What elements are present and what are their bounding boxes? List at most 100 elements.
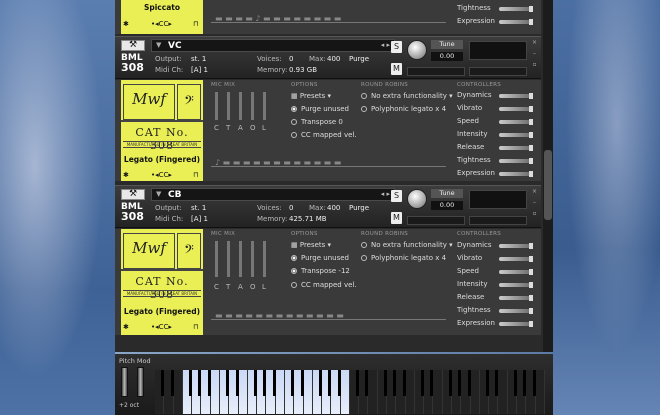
white-key[interactable] bbox=[303, 370, 313, 414]
controller-intensity[interactable]: Intensity bbox=[457, 280, 537, 290]
controller-speed[interactable]: Speed bbox=[457, 117, 537, 127]
controller-slider[interactable] bbox=[499, 19, 533, 25]
controller-slider[interactable] bbox=[499, 282, 533, 288]
close-icon[interactable]: × bbox=[531, 188, 538, 195]
white-key[interactable] bbox=[238, 370, 248, 414]
mic-fader[interactable] bbox=[263, 241, 266, 277]
white-key[interactable] bbox=[349, 370, 362, 414]
mute-button[interactable]: M bbox=[391, 212, 402, 224]
white-key[interactable] bbox=[452, 370, 464, 414]
controller-slider[interactable] bbox=[499, 295, 533, 301]
prev-next-arrows[interactable]: ◂ ▸ bbox=[381, 190, 390, 198]
mic-fader[interactable] bbox=[251, 241, 254, 277]
wrench-icon[interactable]: ⚒ bbox=[121, 40, 145, 51]
white-key[interactable] bbox=[173, 370, 183, 414]
white-key[interactable] bbox=[507, 370, 519, 414]
volume-slider[interactable] bbox=[469, 67, 527, 76]
cc-icon[interactable]: •◂CC▸ bbox=[151, 171, 172, 179]
controller-dynamics[interactable]: Dynamics bbox=[457, 241, 537, 251]
white-key[interactable] bbox=[470, 370, 480, 414]
pan-slider[interactable] bbox=[407, 216, 465, 225]
scrollbar-thumb[interactable] bbox=[544, 150, 552, 220]
white-key[interactable] bbox=[247, 370, 260, 414]
white-key[interactable] bbox=[368, 370, 378, 414]
controller-slider[interactable] bbox=[499, 269, 533, 275]
purge-menu[interactable]: Purge bbox=[349, 55, 369, 63]
white-key[interactable] bbox=[284, 370, 297, 414]
white-key[interactable] bbox=[535, 370, 545, 414]
mic-fader[interactable] bbox=[227, 241, 230, 277]
aux-icon[interactable]: ▫ bbox=[531, 61, 538, 68]
white-key[interactable] bbox=[219, 370, 232, 414]
white-key[interactable] bbox=[433, 370, 443, 414]
minimize-icon[interactable]: – bbox=[531, 199, 538, 206]
controller-tightness[interactable]: Tightness bbox=[457, 306, 537, 316]
white-key[interactable] bbox=[516, 370, 529, 414]
aux-icon[interactable]: ▫ bbox=[531, 210, 538, 217]
controller-slider[interactable] bbox=[499, 93, 533, 99]
white-key[interactable] bbox=[396, 370, 408, 414]
controller-dynamics[interactable]: Dynamics bbox=[457, 91, 537, 101]
mic-fader[interactable] bbox=[251, 92, 254, 120]
controller-slider[interactable] bbox=[499, 158, 533, 164]
output-value[interactable]: st. 1 bbox=[191, 55, 206, 63]
pan-slider[interactable] bbox=[407, 67, 465, 76]
tune-value[interactable]: 0.00 bbox=[431, 52, 463, 61]
presets-menu[interactable]: ▦ Presets ▾ bbox=[291, 92, 331, 100]
white-key[interactable] bbox=[192, 370, 204, 414]
cc-icon[interactable]: •◂CC▸ bbox=[151, 323, 172, 331]
instrument-name-field[interactable]: ▼ VC ◂ ▸ bbox=[151, 39, 395, 52]
mic-fader[interactable] bbox=[215, 241, 218, 277]
controller-slider[interactable] bbox=[499, 256, 533, 262]
white-key[interactable] bbox=[210, 370, 220, 414]
cc-mapped-option[interactable]: CC mapped vel. bbox=[291, 281, 357, 289]
white-key[interactable] bbox=[155, 370, 167, 414]
close-icon[interactable]: × bbox=[531, 39, 538, 46]
tune-knob[interactable] bbox=[407, 189, 427, 209]
lock-icon[interactable]: ⊓ bbox=[193, 323, 198, 331]
white-key[interactable] bbox=[405, 370, 415, 414]
controller-tightness[interactable]: Tightness bbox=[457, 156, 537, 166]
white-key[interactable] bbox=[479, 370, 492, 414]
solo-button[interactable]: S bbox=[391, 41, 402, 53]
controller-speed[interactable]: Speed bbox=[457, 267, 537, 277]
white-key[interactable] bbox=[275, 370, 285, 414]
purge-unused-option[interactable]: Purge unused bbox=[291, 105, 349, 113]
lock-icon[interactable]: ⊓ bbox=[193, 20, 198, 28]
white-key[interactable] bbox=[182, 370, 195, 414]
rr-option-1[interactable]: No extra functionality ▾ bbox=[361, 241, 453, 249]
cc-icon[interactable]: •◂CC▸ bbox=[151, 20, 172, 28]
piano-keyboard[interactable] bbox=[155, 370, 545, 414]
controller-release[interactable]: Release bbox=[457, 293, 537, 303]
white-key[interactable] bbox=[257, 370, 269, 414]
mic-fader[interactable] bbox=[239, 92, 242, 120]
transpose-option[interactable]: Transpose 0 bbox=[291, 118, 343, 126]
octave-label[interactable]: +2 oct bbox=[119, 402, 139, 409]
white-key[interactable] bbox=[377, 370, 390, 414]
mic-fader[interactable] bbox=[227, 92, 230, 120]
midi-value[interactable]: [A] 1 bbox=[191, 215, 208, 223]
mic-fader[interactable] bbox=[239, 241, 242, 277]
collapse-icon[interactable]: ▼ bbox=[156, 190, 161, 198]
controller-slider[interactable] bbox=[499, 321, 533, 327]
rr-option-2[interactable]: Polyphonic legato x 4 bbox=[361, 254, 446, 262]
collapse-icon[interactable]: ▼ bbox=[156, 41, 161, 49]
white-key[interactable] bbox=[387, 370, 399, 414]
mute-button[interactable]: M bbox=[391, 63, 402, 75]
controller-slider[interactable] bbox=[499, 119, 533, 125]
mod-wheel[interactable] bbox=[137, 367, 144, 397]
white-key[interactable] bbox=[340, 370, 350, 414]
solo-button[interactable]: S bbox=[391, 190, 402, 202]
controller-slider[interactable] bbox=[499, 106, 533, 112]
white-key[interactable] bbox=[322, 370, 334, 414]
white-key[interactable] bbox=[266, 370, 278, 414]
white-key[interactable] bbox=[461, 370, 473, 414]
controller-release[interactable]: Release bbox=[457, 143, 537, 153]
tune-knob[interactable] bbox=[407, 40, 427, 60]
mic-fader[interactable] bbox=[263, 92, 266, 120]
white-key[interactable] bbox=[229, 370, 241, 414]
volume-slider[interactable] bbox=[469, 216, 527, 225]
prev-next-arrows[interactable]: ◂ ▸ bbox=[381, 41, 390, 49]
white-key[interactable] bbox=[424, 370, 436, 414]
instrument-name-field[interactable]: ▼ CB ◂ ▸ bbox=[151, 188, 395, 201]
